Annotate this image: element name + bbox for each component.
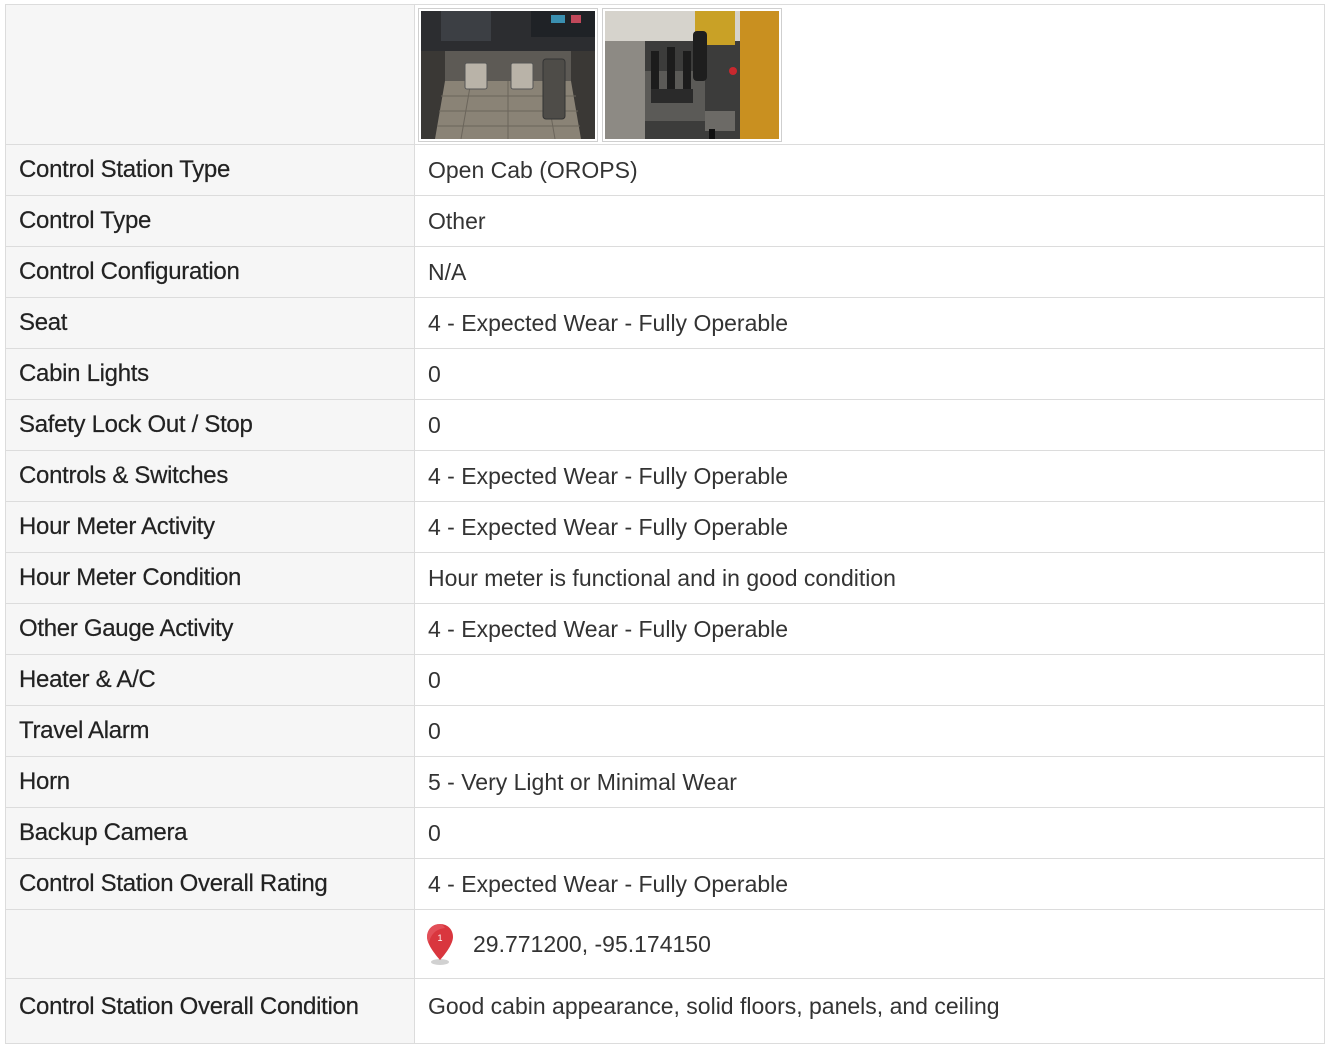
- row-label: Backup Camera: [5, 807, 415, 859]
- photo-cell: [414, 4, 1325, 145]
- photo-gallery: [418, 7, 1324, 142]
- table-row: Backup Camera 0: [5, 807, 1325, 859]
- row-value: 4 - Expected Wear - Fully Operable: [414, 501, 1325, 553]
- row-value: Other: [414, 195, 1325, 247]
- table-row: Control Configuration N/A: [5, 246, 1325, 298]
- row-value: Hour meter is functional and in good con…: [414, 552, 1325, 604]
- table-row: Hour Meter Activity 4 - Expected Wear - …: [5, 501, 1325, 553]
- row-value: 0: [414, 399, 1325, 451]
- cab-floor-photo-icon: [421, 10, 595, 139]
- location-cell: 1 29.771200, -95.174150: [414, 909, 1325, 979]
- row-label: Control Type: [5, 195, 415, 247]
- table-row: Control Station Overall Condition Good c…: [5, 978, 1325, 1044]
- table-row: Seat 4 - Expected Wear - Fully Operable: [5, 297, 1325, 349]
- cab-levers-photo-icon: [605, 10, 779, 139]
- row-label: Other Gauge Activity: [5, 603, 415, 655]
- photo-row-label: [5, 4, 415, 145]
- table-row: Heater & A/C 0: [5, 654, 1325, 706]
- row-value: 0: [414, 705, 1325, 757]
- row-label: Control Station Overall Rating: [5, 858, 415, 910]
- table-row: Control Type Other: [5, 195, 1325, 247]
- row-value: 4 - Expected Wear - Fully Operable: [414, 297, 1325, 349]
- location-row: 1 29.771200, -95.174150: [5, 909, 1325, 979]
- row-value: 4 - Expected Wear - Fully Operable: [414, 858, 1325, 910]
- control-station-table: Control Station Type Open Cab (OROPS) Co…: [5, 4, 1325, 1044]
- row-value: 0: [414, 348, 1325, 400]
- row-label: Safety Lock Out / Stop: [5, 399, 415, 451]
- table-row: Cabin Lights 0: [5, 348, 1325, 400]
- photo-thumbnail-1[interactable]: [418, 7, 598, 142]
- row-value: Open Cab (OROPS): [414, 144, 1325, 196]
- map-pin-number: 1: [437, 933, 442, 943]
- photo-row: [5, 4, 1325, 145]
- row-label: Heater & A/C: [5, 654, 415, 706]
- table-row: Travel Alarm 0: [5, 705, 1325, 757]
- row-label: Seat: [5, 297, 415, 349]
- row-value: Good cabin appearance, solid floors, pan…: [414, 978, 1325, 1044]
- table-row: Control Station Type Open Cab (OROPS): [5, 144, 1325, 196]
- row-label: Hour Meter Condition: [5, 552, 415, 604]
- photo-thumbnail-2[interactable]: [602, 7, 782, 142]
- row-value: 0: [414, 654, 1325, 706]
- table-row: Other Gauge Activity 4 - Expected Wear -…: [5, 603, 1325, 655]
- row-label: Horn: [5, 756, 415, 808]
- row-value: 0: [414, 807, 1325, 859]
- table-row: Safety Lock Out / Stop 0: [5, 399, 1325, 451]
- map-pin-icon[interactable]: 1: [425, 923, 455, 965]
- inspection-panel: Control Station Type Open Cab (OROPS) Co…: [5, 4, 1325, 1044]
- row-label: Travel Alarm: [5, 705, 415, 757]
- row-value: 4 - Expected Wear - Fully Operable: [414, 603, 1325, 655]
- location-row-label: [5, 909, 415, 979]
- coordinates-text: 29.771200, -95.174150: [473, 930, 711, 957]
- table-row: Controls & Switches 4 - Expected Wear - …: [5, 450, 1325, 502]
- table-row: Horn 5 - Very Light or Minimal Wear: [5, 756, 1325, 808]
- row-label: Control Station Overall Condition: [5, 978, 415, 1044]
- table-row: Hour Meter Condition Hour meter is funct…: [5, 552, 1325, 604]
- table-row: Control Station Overall Rating 4 - Expec…: [5, 858, 1325, 910]
- row-label: Control Station Type: [5, 144, 415, 196]
- location-link[interactable]: 1 29.771200, -95.174150: [425, 923, 1324, 965]
- row-value: N/A: [414, 246, 1325, 298]
- row-label: Cabin Lights: [5, 348, 415, 400]
- row-value: 4 - Expected Wear - Fully Operable: [414, 450, 1325, 502]
- row-label: Controls & Switches: [5, 450, 415, 502]
- row-value: 5 - Very Light or Minimal Wear: [414, 756, 1325, 808]
- row-label: Control Configuration: [5, 246, 415, 298]
- row-label: Hour Meter Activity: [5, 501, 415, 553]
